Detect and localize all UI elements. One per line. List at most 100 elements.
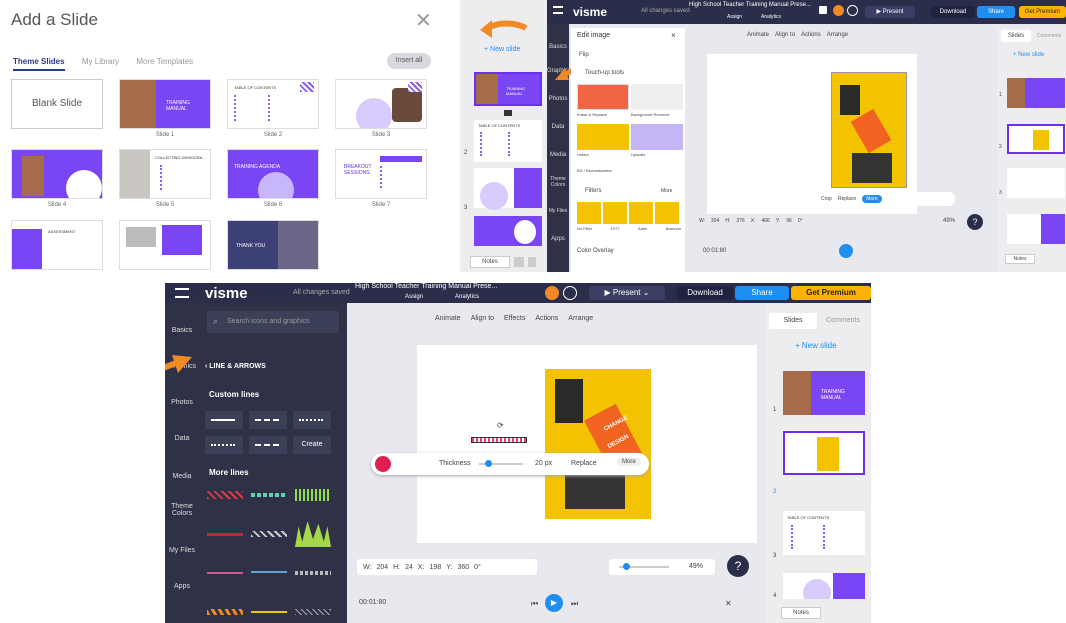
line-option[interactable] xyxy=(207,609,243,615)
slide-canvas[interactable]: CHANGE DESIGN ⟳ xyxy=(417,345,757,543)
share-button[interactable]: Share xyxy=(977,6,1015,18)
width-value[interactable]: 304 xyxy=(711,218,719,224)
x-value[interactable]: 466 xyxy=(761,218,769,224)
thickness-value[interactable]: 20 px xyxy=(535,460,552,467)
arrange-button[interactable]: Arrange xyxy=(568,315,593,322)
close-icon[interactable]: ✕ xyxy=(725,599,732,608)
add-collaborator-icon[interactable] xyxy=(847,5,858,16)
close-icon[interactable]: × xyxy=(671,31,676,40)
line-option[interactable] xyxy=(295,571,331,575)
tab-slides[interactable]: Slides xyxy=(1001,30,1031,42)
download-button[interactable]: Download xyxy=(931,6,975,18)
sidebar-item-my-files[interactable]: My Files xyxy=(547,208,569,214)
present-button[interactable]: ▶ Present ⌄ xyxy=(589,286,665,300)
sidebar-item-apps[interactable]: Apps xyxy=(165,583,199,590)
share-button[interactable]: Share xyxy=(735,286,789,300)
slide-thumb-1[interactable] xyxy=(1007,78,1065,108)
prev-icon[interactable]: ⏮ xyxy=(531,599,538,609)
zoom-level[interactable]: 49% xyxy=(943,218,955,224)
slide-thumb-6[interactable]: TRAINING AGENDA xyxy=(227,149,319,199)
line-option[interactable] xyxy=(249,411,287,429)
line-option[interactable] xyxy=(295,609,331,615)
slide-canvas[interactable] xyxy=(707,54,917,214)
replace-button[interactable]: Replace xyxy=(838,196,856,202)
slide-thumb-4[interactable] xyxy=(474,216,542,246)
crop-button[interactable]: Crop xyxy=(821,196,832,202)
actions-button[interactable]: Actions xyxy=(801,32,821,38)
notes-button[interactable]: Notes xyxy=(781,607,821,619)
tab-more-templates[interactable]: More Templates xyxy=(136,57,193,66)
line-option[interactable] xyxy=(205,411,243,429)
line-option[interactable] xyxy=(251,531,287,537)
document-title[interactable]: High School Teacher Training Manual Pres… xyxy=(689,2,811,8)
effects-button[interactable]: Effects xyxy=(504,315,525,322)
y-value[interactable]: 360 xyxy=(457,564,469,571)
insert-all-button[interactable]: Insert all xyxy=(387,53,431,69)
new-slide-button[interactable]: + New slide xyxy=(484,46,520,53)
play-button[interactable] xyxy=(839,244,853,258)
thickness-slider[interactable] xyxy=(479,460,523,467)
replace-button[interactable]: Replace xyxy=(571,460,597,467)
play-button[interactable]: ▶ xyxy=(545,594,563,612)
align-button[interactable]: Align to xyxy=(775,32,795,38)
slide-thumb-2[interactable] xyxy=(783,431,865,475)
back-link[interactable]: ‹ LINE & ARROWS xyxy=(205,363,266,370)
line-option[interactable] xyxy=(205,436,243,454)
y-value[interactable]: 96 xyxy=(786,218,792,224)
slide-thumb-2[interactable] xyxy=(1007,124,1065,154)
comment-icon[interactable] xyxy=(819,6,827,14)
selected-image[interactable] xyxy=(831,72,907,188)
new-slide-button[interactable]: + New slide xyxy=(795,341,837,350)
close-icon[interactable]: ✕ xyxy=(415,8,432,33)
add-collaborator-icon[interactable] xyxy=(563,286,577,300)
sidebar-item-data[interactable]: Data xyxy=(547,124,569,130)
slide-image[interactable]: CHANGE DESIGN xyxy=(545,369,651,519)
unblur-tool[interactable] xyxy=(577,124,629,150)
list-view-icon[interactable] xyxy=(528,257,536,267)
slide-thumb-2[interactable]: TABLE OF CONTENTS xyxy=(227,79,319,129)
flip-option[interactable]: Flip xyxy=(579,52,589,58)
filter-strip[interactable] xyxy=(577,202,681,224)
menu-icon[interactable] xyxy=(175,288,189,298)
slide-thumb-3[interactable]: TABLE OF CONTENTS xyxy=(783,511,865,555)
sidebar-item-data[interactable]: Data xyxy=(165,435,199,442)
animate-button[interactable]: Animate xyxy=(747,32,769,38)
premium-button[interactable]: Get Premium xyxy=(791,286,871,300)
premium-button[interactable]: Get Premium xyxy=(1019,6,1066,18)
slide-thumb-1[interactable]: TRAINING MANUAL xyxy=(474,72,542,106)
erase-replace-tool[interactable] xyxy=(577,84,629,110)
line-option[interactable] xyxy=(251,571,287,573)
next-icon[interactable]: ⏭ xyxy=(571,599,578,609)
line-option[interactable] xyxy=(207,533,243,536)
rotation-value[interactable]: 0° xyxy=(798,218,803,224)
sidebar-item-media[interactable]: Media xyxy=(165,473,199,480)
blank-slide-thumb[interactable]: Blank Slide xyxy=(11,79,103,129)
sidebar-item-my-files[interactable]: My Files xyxy=(165,547,199,554)
color-swatch[interactable] xyxy=(375,456,391,472)
new-slide-button[interactable]: + New slide xyxy=(1013,52,1044,58)
arrange-button[interactable]: Arrange xyxy=(827,32,848,38)
grass-line-option[interactable] xyxy=(295,521,331,547)
zoom-control[interactable]: 49% xyxy=(609,559,715,575)
line-option[interactable] xyxy=(293,411,331,429)
slide-thumb-1[interactable]: TRAINING MANUAL xyxy=(783,371,865,415)
present-button[interactable]: ▶ Present xyxy=(865,6,915,18)
line-option[interactable] xyxy=(251,611,287,613)
visme-logo[interactable]: visme xyxy=(573,5,607,19)
help-icon[interactable]: ? xyxy=(727,555,749,577)
comment-icon[interactable] xyxy=(504,110,512,116)
rotation-value[interactable]: 0° xyxy=(474,564,481,571)
filters-more-link[interactable]: More xyxy=(661,188,672,194)
slide-thumb-4[interactable] xyxy=(11,149,103,199)
rotate-handle-icon[interactable]: ⟳ xyxy=(497,421,504,430)
sidebar-item-photos[interactable]: Photos xyxy=(165,399,199,406)
slide-thumb-3[interactable] xyxy=(335,79,427,129)
sidebar-item-apps[interactable]: Apps xyxy=(547,236,569,242)
selected-line[interactable] xyxy=(471,437,527,443)
line-option[interactable] xyxy=(207,572,243,574)
download-button[interactable]: Download xyxy=(677,286,733,300)
height-value[interactable]: 24 xyxy=(405,564,413,571)
tab-comments[interactable]: Comments xyxy=(1037,30,1061,42)
slide-thumb-8[interactable]: ASSESSMENT xyxy=(11,220,103,270)
slide-thumb-4[interactable] xyxy=(783,573,865,599)
